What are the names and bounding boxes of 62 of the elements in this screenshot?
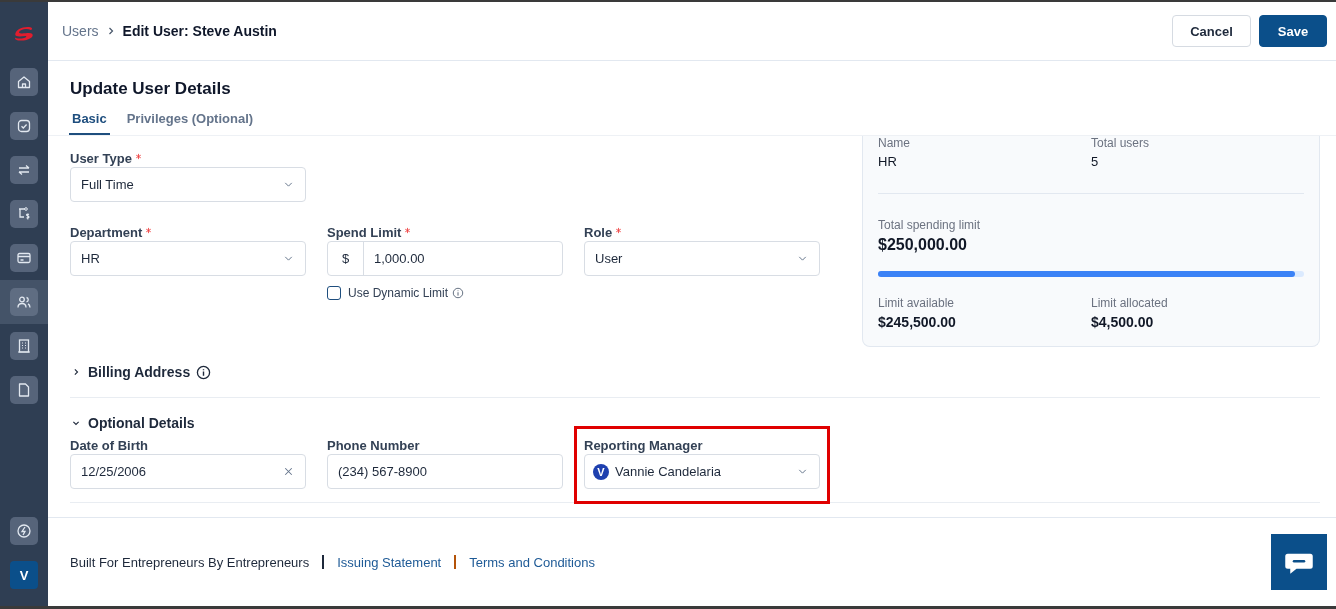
field-label: Role (584, 225, 613, 240)
stat-label: Name (878, 136, 911, 151)
document-icon (16, 382, 32, 398)
stat-label: Limit available (878, 296, 956, 311)
footer-link[interactable]: Terms and Conditions (469, 554, 595, 570)
nav-item[interactable] (10, 112, 38, 140)
stat-label: Total spending limit (878, 218, 982, 233)
tab[interactable]: Basic (69, 111, 110, 135)
checklist-icon (16, 118, 32, 134)
field-label: Reporting Manager (584, 438, 703, 453)
date-field[interactable]: 12/25/2006 (70, 454, 306, 489)
nav-item[interactable] (10, 200, 38, 228)
users-icon (16, 294, 32, 310)
amount-field[interactable]: $ 1,000.00 (327, 241, 563, 276)
checkbox[interactable] (327, 286, 341, 300)
user-avatar[interactable]: V (10, 561, 38, 589)
dropdown[interactable]: HR (70, 241, 306, 276)
field-label: Date of Birth (70, 438, 148, 453)
stat-value: $250,000.00 (878, 237, 968, 253)
stat-value: $245,500.00 (878, 314, 957, 330)
dropdown[interactable]: User (584, 241, 820, 276)
nav-item[interactable] (10, 156, 38, 184)
checkbox-label: Use Dynamic Limit (348, 286, 449, 300)
nav-item[interactable] (10, 288, 38, 316)
transfer-icon (16, 162, 32, 178)
info-icon (452, 287, 465, 299)
section-toggle[interactable]: Billing Address (70, 364, 191, 380)
currency-prefix: $ (328, 242, 364, 275)
tab[interactable]: Privileges (Optional) (123, 111, 257, 135)
lightning-icon (16, 523, 32, 539)
building-icon (16, 338, 32, 354)
nav-item[interactable] (10, 244, 38, 272)
field-label: Phone Number (327, 438, 420, 453)
section-toggle[interactable]: Optional Details (70, 415, 195, 431)
dropdown[interactable]: V Vannie Candelaria (584, 454, 820, 489)
cancel-button[interactable]: Cancel (1172, 15, 1251, 47)
chat-button[interactable] (1271, 534, 1327, 590)
save-button[interactable]: Save (1259, 15, 1327, 47)
dropdown[interactable]: Full Time (70, 167, 306, 202)
flow-dollar-icon (16, 206, 32, 222)
card-icon (16, 250, 32, 266)
stat-value: 5 (1091, 154, 1100, 170)
stat-value: $4,500.00 (1091, 314, 1155, 330)
nav-item[interactable] (10, 376, 38, 404)
field-label: Spend Limit (327, 225, 402, 240)
clear-icon (282, 465, 295, 478)
footer-text: Built For Entrepreneurs By Entrepreneurs (70, 554, 310, 570)
form-title: Update User Details (70, 79, 232, 99)
stat-value: HR (878, 154, 898, 170)
nav-item[interactable] (10, 68, 38, 96)
stat-label: Total users (1091, 136, 1151, 151)
nav-item[interactable] (10, 332, 38, 360)
footer-link[interactable]: Issuing Statement (337, 554, 442, 570)
field-label: Department (70, 225, 143, 240)
input-field[interactable]: (234) 567-8900 (327, 454, 563, 489)
stat-label: Limit allocated (1091, 296, 1169, 311)
avatar-initial: V (593, 463, 609, 480)
breadcrumb-link[interactable]: Users (62, 23, 99, 39)
page-heading: Edit User: Steve Austin (122, 23, 277, 39)
home-icon (16, 74, 32, 90)
field-label: User Type (70, 151, 132, 166)
nav-item[interactable] (10, 517, 38, 545)
